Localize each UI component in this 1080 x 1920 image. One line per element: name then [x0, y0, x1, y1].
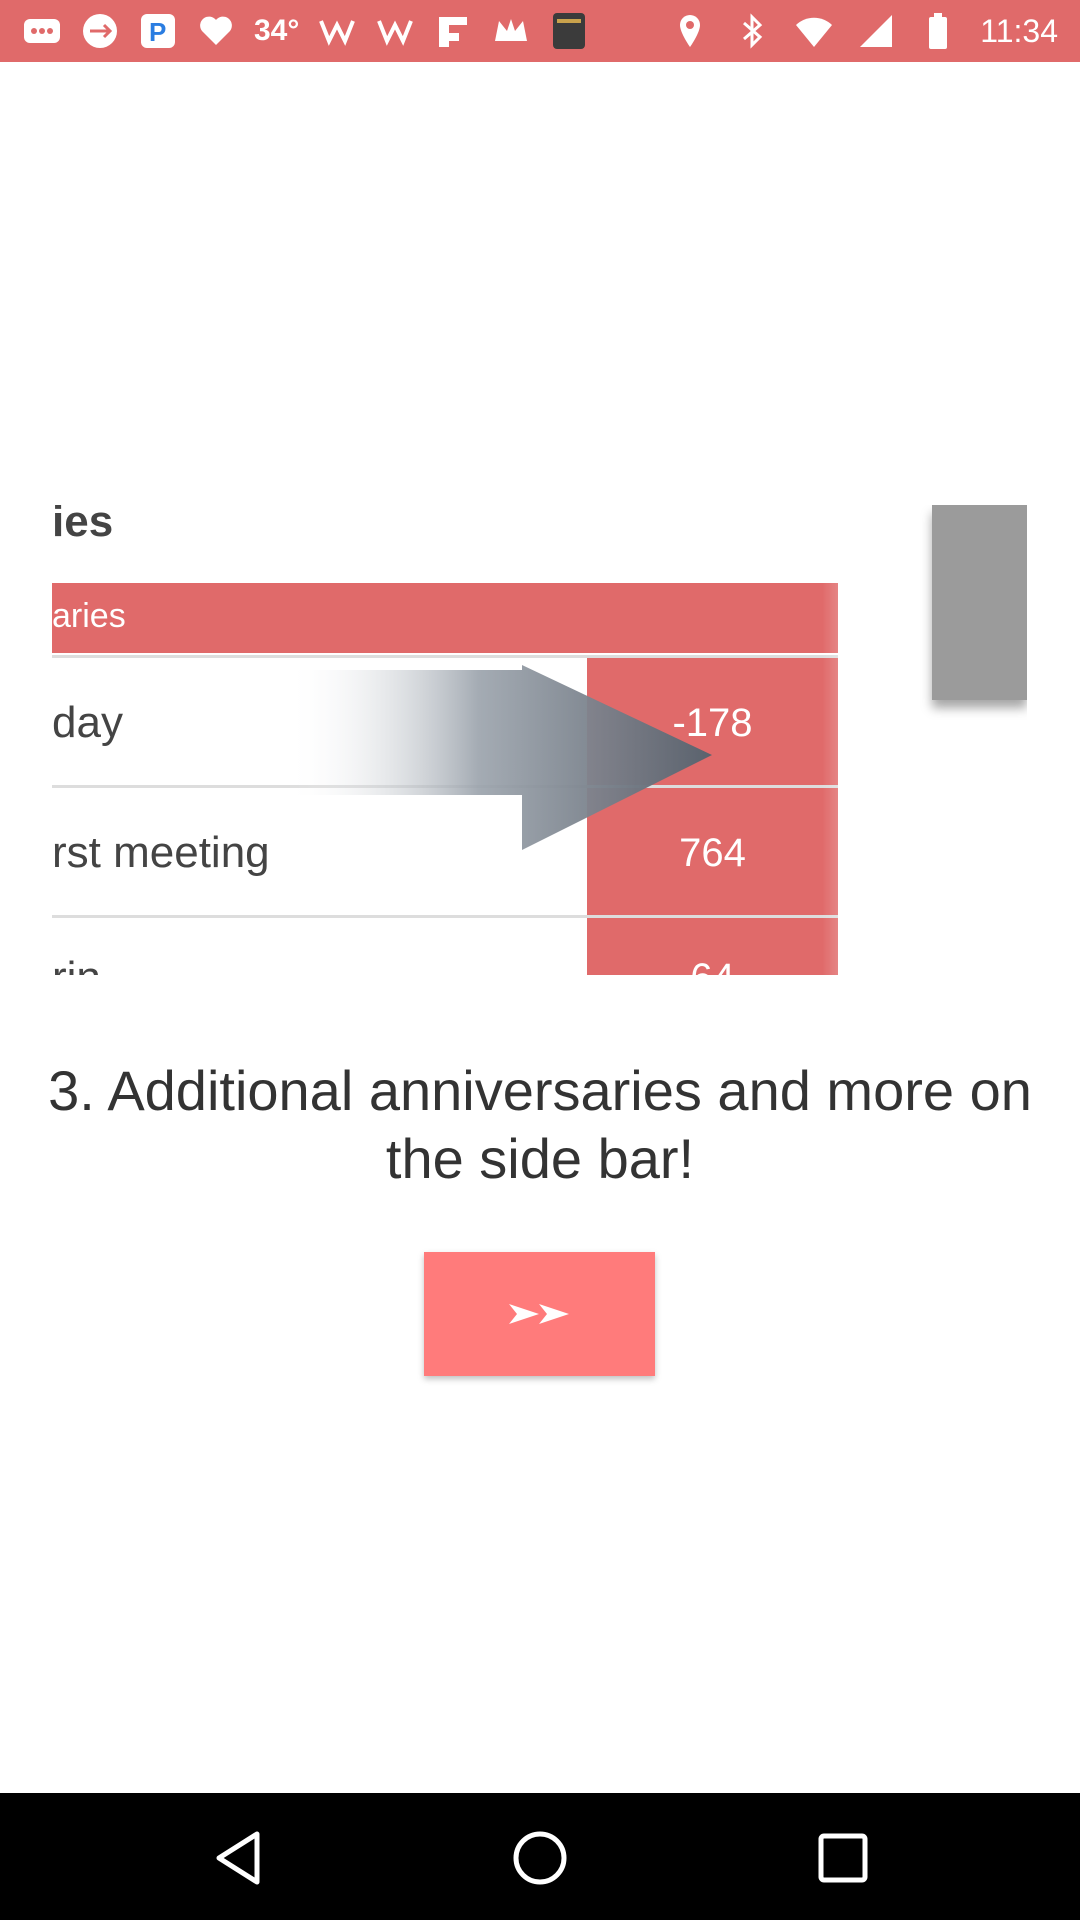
- svg-text:P: P: [149, 17, 166, 47]
- status-bar: P 34° 11:34: [0, 0, 1080, 62]
- location-icon: [670, 11, 710, 51]
- navigation-bar: [0, 1793, 1080, 1920]
- side-panel-preview: [932, 505, 1027, 700]
- back-icon[interactable]: [203, 1823, 273, 1893]
- temperature-text: 34°: [254, 14, 300, 47]
- home-icon[interactable]: [505, 1823, 575, 1893]
- usb-icon: [80, 11, 120, 51]
- heart-icon: [196, 11, 236, 51]
- signal-icon: [856, 11, 896, 51]
- next-button[interactable]: [424, 1252, 655, 1376]
- tutorial-image: ies aries day -178 rst meeting 764 rin 6…: [52, 505, 1027, 975]
- tutorial-caption: 3. Additional anniversaries and more on …: [48, 1059, 1032, 1190]
- w-icon: [317, 11, 357, 51]
- flipboard-icon: [433, 11, 473, 51]
- p-app-icon: P: [138, 11, 178, 51]
- recents-icon[interactable]: [808, 1823, 878, 1893]
- crown-icon: [491, 11, 531, 51]
- wifi-icon: [794, 11, 834, 51]
- double-arrow-right-icon: [508, 1304, 569, 1324]
- bible-app-icon: [549, 11, 589, 51]
- more-icon: [22, 11, 62, 51]
- battery-icon: [918, 11, 958, 51]
- bluetooth-icon: [732, 11, 772, 51]
- image-fade: [822, 505, 912, 975]
- w-icon: [375, 11, 415, 51]
- clock-text: 11:34: [980, 12, 1058, 49]
